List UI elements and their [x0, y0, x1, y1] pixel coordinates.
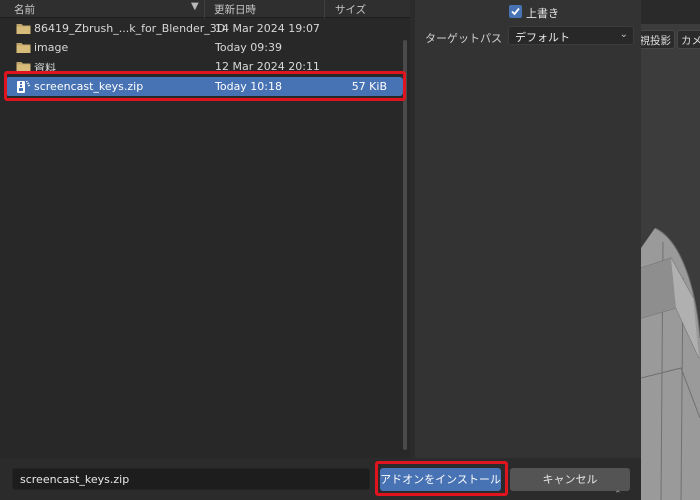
view-label: カメラ — [681, 35, 700, 47]
target-path-label: ターゲットパス — [425, 32, 502, 45]
install-addon-button[interactable]: アドオンをインストール — [380, 468, 501, 491]
file-row-selected[interactable]: screencast_keys.zip Today 10:18 57 KiB — [6, 77, 403, 96]
file-modified: 12 Mar 2024 20:11 — [215, 60, 320, 73]
mesh-object — [641, 228, 700, 500]
view-dropdown[interactable]: カメラ — [677, 30, 700, 49]
file-size: 57 KiB — [351, 80, 387, 93]
3d-viewport: 透視投影 カメラ — [641, 0, 700, 500]
file-row-folder[interactable]: 資料 12 Mar 2024 20:11 — [6, 57, 403, 76]
checkmark-icon — [511, 7, 520, 16]
viewport-header — [641, 0, 700, 24]
cancel-button[interactable]: キャンセル — [510, 468, 630, 491]
sort-descending-icon[interactable]: ▼ — [191, 1, 199, 12]
file-name: image — [34, 41, 69, 54]
filename-input[interactable] — [12, 468, 370, 490]
zip-archive-icon — [16, 80, 31, 93]
file-name: screencast_keys.zip — [34, 80, 144, 93]
chevron-up-icon[interactable]: ⌃ — [614, 490, 622, 500]
chevron-down-icon: ⌄ — [619, 29, 628, 40]
bottom-bar: アドオンをインストール キャンセル — [0, 458, 641, 500]
file-modified: 14 Mar 2024 19:07 — [215, 22, 320, 35]
column-divider[interactable] — [204, 0, 205, 18]
file-row-folder[interactable]: 86419_Zbrush_...k_for_Blender_3D 14 Mar … — [6, 19, 403, 38]
shading-dropdown[interactable]: 透視投影 — [641, 30, 675, 49]
target-path-value: デフォルト — [515, 31, 570, 44]
column-divider[interactable] — [324, 0, 325, 18]
column-modified-header[interactable]: 更新日時 — [214, 2, 256, 17]
overwrite-label[interactable]: 上書き — [526, 5, 559, 21]
folder-icon — [16, 60, 31, 73]
column-name-header[interactable]: 名前 — [14, 2, 35, 17]
file-browser-list: 名前 ▼ 更新日時 サイズ 86419_Zbrush_...k_for_Blen… — [0, 0, 410, 458]
column-header: 名前 ▼ 更新日時 サイズ — [0, 0, 410, 18]
file-row-folder[interactable]: image Today 09:39 — [6, 38, 403, 57]
target-path-dropdown[interactable]: デフォルト ⌄ — [508, 26, 634, 45]
overwrite-checkbox[interactable] — [509, 5, 522, 18]
vertical-scrollbar[interactable] — [403, 40, 407, 450]
file-modified: Today 10:18 — [215, 80, 283, 93]
file-name: 86419_Zbrush_...k_for_Blender_3D — [34, 22, 226, 35]
file-modified: Today 09:39 — [215, 41, 283, 54]
file-name: 資料 — [34, 62, 56, 75]
shading-label: 透視投影 — [641, 35, 671, 47]
options-panel: 上書き ターゲットパス デフォルト ⌄ — [415, 0, 641, 458]
folder-icon — [16, 22, 31, 35]
folder-icon — [16, 41, 31, 54]
column-size-header[interactable]: サイズ — [335, 2, 366, 17]
